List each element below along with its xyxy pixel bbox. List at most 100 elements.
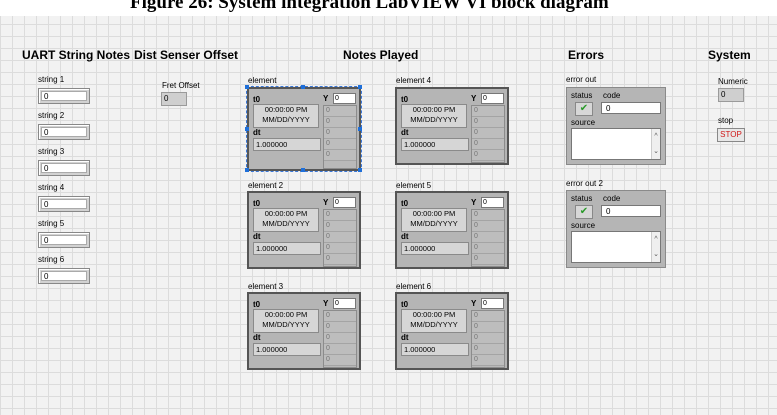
t0-date: MM/DD/YYYY (262, 219, 310, 228)
string-2-indicator[interactable]: 0 (38, 124, 90, 140)
y-cell: 0 (324, 322, 356, 333)
element-4-label: element 4 (396, 76, 432, 85)
element-1-label: element (248, 76, 277, 85)
selection-handle[interactable] (301, 168, 305, 172)
string-6-indicator[interactable]: 0 (38, 268, 90, 284)
numeric-indicator[interactable]: 0 (718, 88, 744, 102)
selection-handle[interactable] (358, 168, 362, 172)
t0-value[interactable]: 00:00:00 PM MM/DD/YYYY (401, 309, 467, 333)
t0-value[interactable]: 00:00:00 PM MM/DD/YYYY (401, 104, 467, 128)
y-array[interactable]: 0 0 0 0 0 (471, 209, 505, 267)
y-index[interactable]: 0 (481, 298, 504, 309)
selection-handle[interactable] (358, 85, 362, 89)
check-icon[interactable]: ✔ (575, 205, 593, 219)
y-array[interactable]: 0 0 0 0 0 (471, 105, 505, 163)
selection-handle[interactable] (358, 127, 362, 131)
element-4-cluster[interactable]: t0 00:00:00 PM MM/DD/YYYY dt 1.000000 Y 0… (395, 87, 509, 165)
string-1-label: string 1 (38, 75, 65, 84)
dist-header: Dist Senser Offset (134, 48, 239, 62)
code-field[interactable]: 0 (601, 102, 661, 114)
y-index[interactable]: 0 (333, 298, 356, 309)
error-out-cluster[interactable]: status code ✔ 0 source ^ ⌄ (566, 87, 666, 165)
t0-date: MM/DD/YYYY (410, 115, 458, 124)
t0-date: MM/DD/YYYY (410, 320, 458, 329)
scroll-down-icon[interactable]: ⌄ (652, 144, 660, 159)
y-cell: 0 (324, 344, 356, 355)
string-2-value: 0 (41, 127, 87, 137)
y-array[interactable]: 0 0 0 0 0 (471, 310, 505, 368)
y-cell: 0 (472, 333, 504, 344)
y-cell: 0 (324, 210, 356, 221)
y-array[interactable]: 0 0 0 0 0 (323, 209, 357, 267)
y-label: Y (323, 299, 329, 308)
string-4-value: 0 (41, 199, 87, 209)
scroll-down-icon[interactable]: ⌄ (652, 247, 660, 262)
y-index[interactable]: 0 (333, 197, 356, 208)
dt-value[interactable]: 1.000000 (253, 242, 321, 255)
y-array[interactable]: 0 0 0 0 0 (323, 310, 357, 368)
y-label: Y (471, 299, 477, 308)
errors-header: Errors (568, 48, 605, 62)
t0-value[interactable]: 00:00:00 PM MM/DD/YYYY (253, 208, 319, 232)
source-scrollbar[interactable]: ^ ⌄ (651, 129, 660, 159)
y-cell: 0 (472, 322, 504, 333)
t0-date: MM/DD/YYYY (410, 219, 458, 228)
stop-button[interactable]: STOP (717, 128, 745, 142)
t0-time: 00:00:00 PM (264, 209, 308, 218)
code-label: code (603, 194, 621, 203)
dt-value[interactable]: 1.000000 (401, 242, 469, 255)
t0-value[interactable]: 00:00:00 PM MM/DD/YYYY (253, 309, 319, 333)
numeric-label: Numeric (718, 77, 748, 86)
string-3-value: 0 (41, 163, 87, 173)
status-label: status (571, 194, 593, 203)
y-cell: 0 (324, 333, 356, 344)
t0-time: 00:00:00 PM (412, 310, 456, 319)
dt-value[interactable]: 1.000000 (401, 343, 469, 356)
fret-offset-indicator[interactable]: 0 (161, 92, 187, 106)
string-4-indicator[interactable]: 0 (38, 196, 90, 212)
y-cell: 0 (472, 139, 504, 150)
scroll-up-icon[interactable]: ^ (652, 129, 660, 144)
dt-value[interactable]: 1.000000 (253, 343, 321, 356)
element-5-label: element 5 (396, 181, 432, 190)
source-field[interactable]: ^ ⌄ (571, 231, 661, 263)
check-icon[interactable]: ✔ (575, 102, 593, 116)
dt-label: dt (401, 128, 409, 137)
string-4-label: string 4 (38, 183, 65, 192)
t0-time: 00:00:00 PM (264, 310, 308, 319)
string-5-value: 0 (41, 235, 87, 245)
string-1-indicator[interactable]: 0 (38, 88, 90, 104)
y-cell: 0 (472, 311, 504, 322)
y-cell: 0 (324, 311, 356, 322)
t0-value[interactable]: 00:00:00 PM MM/DD/YYYY (401, 208, 467, 232)
selection-outline (246, 86, 362, 172)
element-3-cluster[interactable]: t0 00:00:00 PM MM/DD/YYYY dt 1.000000 Y 0… (247, 292, 361, 370)
y-cell: 0 (324, 221, 356, 232)
dt-value[interactable]: 1.000000 (401, 138, 469, 151)
selection-handle[interactable] (245, 127, 249, 131)
error-out-2-cluster[interactable]: status code ✔ 0 source ^ ⌄ (566, 190, 666, 268)
element-3-label: element 3 (248, 282, 284, 291)
element-6-label: element 6 (396, 282, 432, 291)
source-scrollbar[interactable]: ^ ⌄ (651, 232, 660, 262)
t0-time: 00:00:00 PM (412, 209, 456, 218)
y-cell: 0 (472, 117, 504, 128)
string-5-indicator[interactable]: 0 (38, 232, 90, 248)
element-2-cluster[interactable]: t0 00:00:00 PM MM/DD/YYYY dt 1.000000 Y 0… (247, 191, 361, 269)
source-field[interactable]: ^ ⌄ (571, 128, 661, 160)
selection-handle[interactable] (245, 168, 249, 172)
t0-label: t0 (253, 199, 261, 208)
y-index[interactable]: 0 (481, 197, 504, 208)
error-out-2-label: error out 2 (566, 179, 603, 188)
code-field[interactable]: 0 (601, 205, 661, 217)
y-index[interactable]: 0 (481, 93, 504, 104)
scroll-up-icon[interactable]: ^ (652, 232, 660, 247)
string-3-indicator[interactable]: 0 (38, 160, 90, 176)
element-6-cluster[interactable]: t0 00:00:00 PM MM/DD/YYYY dt 1.000000 Y 0… (395, 292, 509, 370)
selection-handle[interactable] (301, 85, 305, 89)
y-label: Y (471, 94, 477, 103)
element-5-cluster[interactable]: t0 00:00:00 PM MM/DD/YYYY dt 1.000000 Y 0… (395, 191, 509, 269)
y-cell: 0 (472, 150, 504, 161)
dt-label: dt (401, 232, 409, 241)
selection-handle[interactable] (245, 85, 249, 89)
